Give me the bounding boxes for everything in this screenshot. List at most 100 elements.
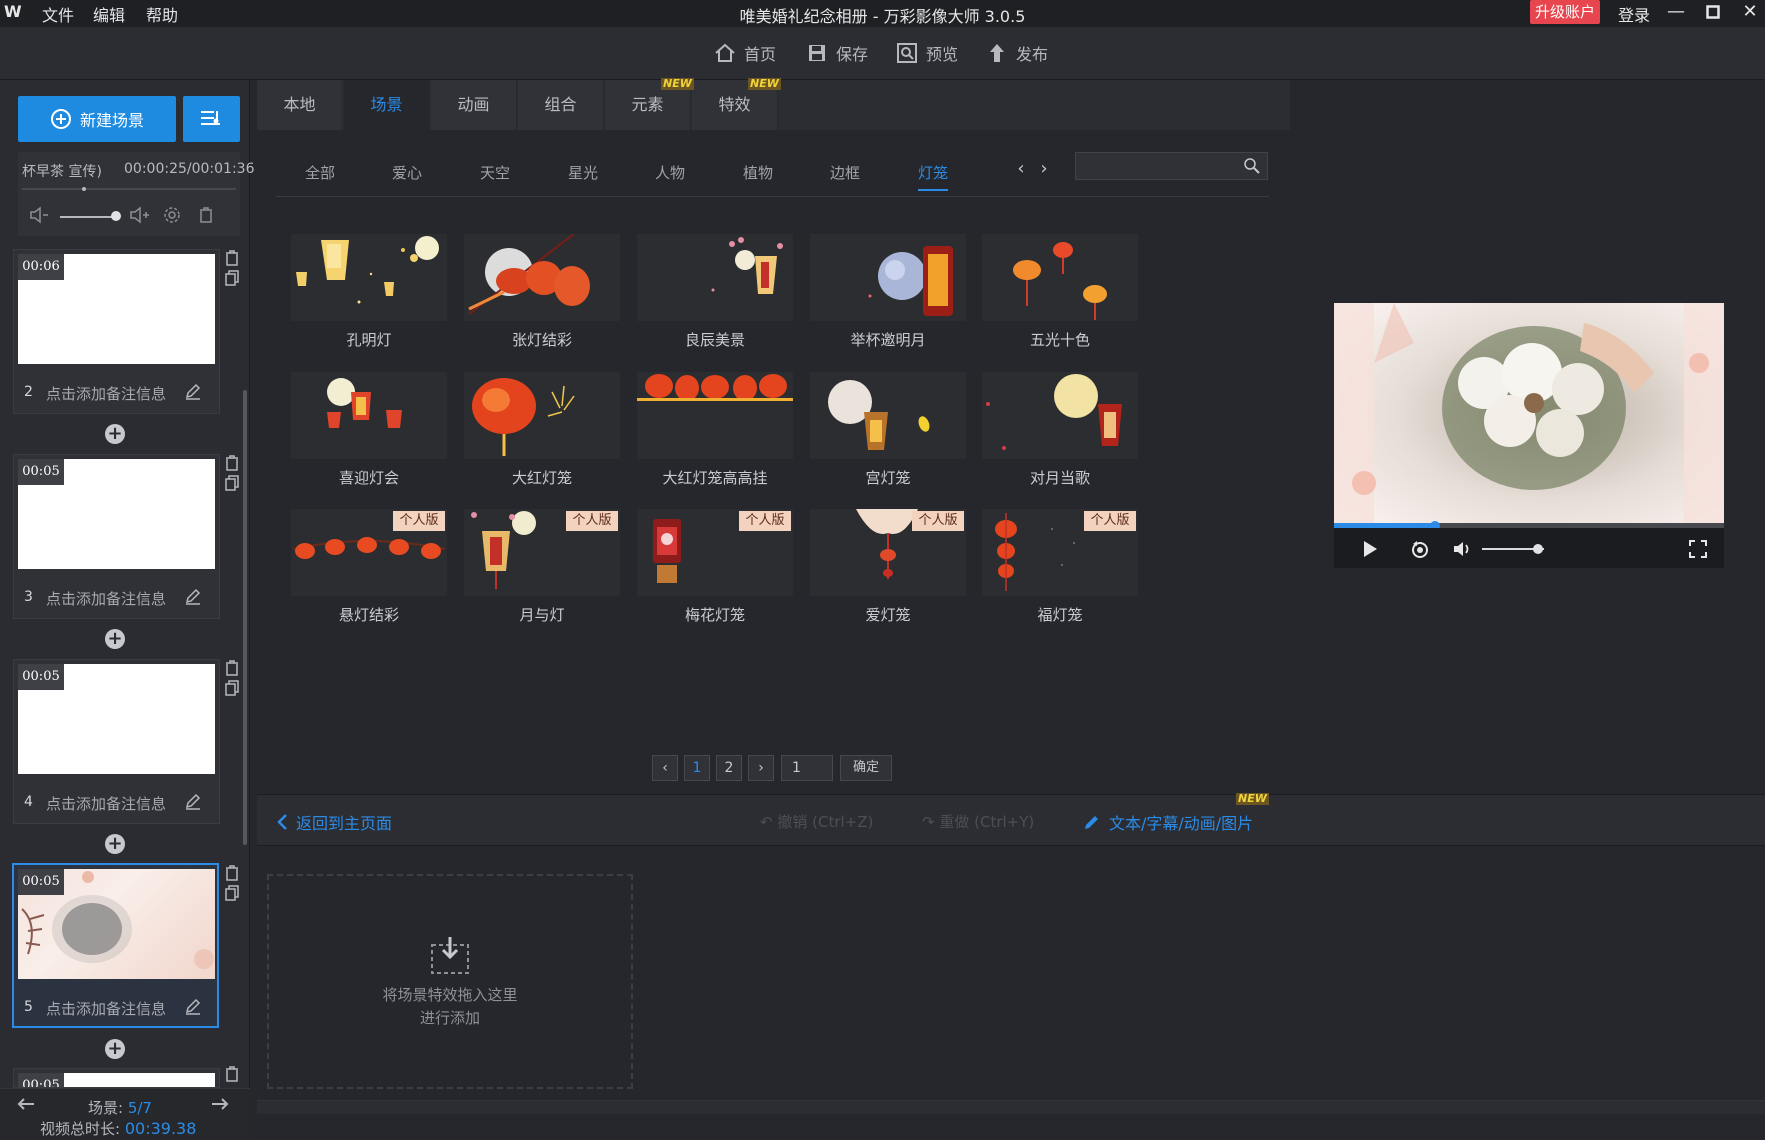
music-settings-gear-icon[interactable] (159, 206, 185, 228)
delete-scene-trash-icon[interactable] (225, 660, 239, 676)
page-prev-chevron-icon[interactable]: ‹ (652, 755, 678, 781)
next-scene-arrow-icon[interactable] (210, 1096, 230, 1112)
scene-note[interactable]: 点击添加备注信息 (46, 793, 166, 814)
template-thumbnail[interactable] (291, 372, 447, 459)
volume-down-icon[interactable] (26, 206, 52, 228)
text-subtitle-animation-image-link[interactable]: 文本/字幕/动画/图片 (1083, 810, 1253, 834)
template-thumbnail[interactable]: 个人版 (291, 509, 447, 596)
menu-help[interactable]: 帮助 (146, 2, 178, 26)
scene-list-view-button[interactable] (183, 96, 240, 142)
template-thumbnail[interactable] (982, 234, 1138, 321)
page-confirm-button[interactable]: 确定 (840, 755, 892, 781)
template-item[interactable]: 宫灯笼 (810, 372, 966, 487)
template-thumbnail[interactable] (810, 234, 966, 321)
template-thumbnail[interactable]: 个人版 (464, 509, 620, 596)
page-number-input[interactable]: 1 (781, 755, 833, 781)
delete-scene-trash-icon[interactable] (225, 1066, 239, 1082)
copy-scene-icon[interactable] (225, 475, 239, 491)
delete-scene-trash-icon[interactable] (225, 455, 239, 471)
template-item[interactable]: 个人版 福灯笼 (982, 509, 1138, 624)
scene-list-scrollbar[interactable] (243, 390, 247, 845)
home-button[interactable]: 首页 (714, 40, 776, 66)
category-prev-chevron-icon[interactable]: ‹ (1012, 158, 1030, 180)
template-item[interactable]: 大红灯笼高高挂 (637, 372, 793, 487)
template-item[interactable]: 举杯邀明月 (810, 234, 966, 349)
template-thumbnail[interactable] (637, 372, 793, 459)
category-plants[interactable]: 植物 (743, 162, 773, 183)
login-button[interactable]: 登录 (1618, 2, 1650, 26)
template-item[interactable]: 五光十色 (982, 234, 1138, 349)
category-lantern[interactable]: 灯笼 (918, 162, 949, 191)
volume-icon[interactable] (1451, 538, 1473, 560)
template-item[interactable]: 张灯结彩 (464, 234, 620, 349)
video-volume-knob[interactable] (1532, 544, 1543, 554)
menu-edit[interactable]: 编辑 (93, 2, 125, 26)
template-thumbnail[interactable]: 个人版 (982, 509, 1138, 596)
tab-local[interactable]: 本地 (257, 80, 343, 130)
scene-card[interactable]: 00:06 2 点击添加备注信息 (13, 249, 220, 414)
scene-card[interactable]: 00:05 3 点击添加备注信息 (13, 454, 220, 619)
menu-file[interactable]: 文件 (42, 2, 74, 26)
template-thumbnail[interactable] (810, 372, 966, 459)
template-thumbnail[interactable] (464, 372, 620, 459)
page-next-chevron-icon[interactable]: › (748, 755, 774, 781)
copy-scene-icon[interactable] (225, 270, 239, 286)
music-volume-knob[interactable] (111, 211, 121, 221)
category-starlight[interactable]: 星光 (568, 162, 598, 183)
scene-note[interactable]: 点击添加备注信息 (46, 998, 166, 1019)
page-2-button[interactable]: 2 (716, 755, 742, 781)
template-item[interactable]: 大红灯笼 (464, 372, 620, 487)
scene-note[interactable]: 点击添加备注信息 (46, 383, 166, 404)
close-icon[interactable]: ✕ (1737, 0, 1763, 26)
template-thumbnail[interactable] (982, 372, 1138, 459)
scene-note[interactable]: 点击添加备注信息 (46, 588, 166, 609)
effect-drop-zone[interactable] (267, 874, 633, 1089)
undo-button[interactable]: ↶ 撤销 (Ctrl+Z) (760, 811, 873, 832)
category-all[interactable]: 全部 (305, 162, 335, 183)
template-item[interactable]: 个人版 月与灯 (464, 509, 620, 624)
template-item[interactable]: 个人版 悬灯结彩 (291, 509, 447, 624)
category-people[interactable]: 人物 (655, 162, 685, 183)
music-volume-slider[interactable] (60, 216, 115, 218)
video-preview-frame[interactable] (1334, 303, 1724, 525)
category-love[interactable]: 爱心 (392, 162, 422, 183)
scene-card[interactable]: 00:05 (13, 1068, 220, 1088)
scene-card[interactable]: 00:05 4 点击添加备注信息 (13, 659, 220, 824)
add-scene-button[interactable]: + (105, 629, 125, 649)
copy-scene-icon[interactable] (225, 885, 239, 901)
add-scene-button[interactable]: + (105, 424, 125, 444)
category-border[interactable]: 边框 (830, 162, 860, 183)
template-item[interactable]: 对月当歌 (982, 372, 1138, 487)
preview-button[interactable]: 预览 (896, 40, 958, 66)
new-scene-button[interactable]: 新建场景 (18, 96, 176, 142)
save-button[interactable]: 保存 (806, 40, 868, 66)
maximize-icon[interactable] (1700, 0, 1726, 26)
template-thumbnail[interactable] (637, 234, 793, 321)
search-input[interactable] (1075, 152, 1268, 180)
delete-scene-trash-icon[interactable] (225, 865, 239, 881)
category-next-chevron-icon[interactable]: › (1035, 158, 1053, 180)
tab-animation[interactable]: 动画 (431, 80, 517, 130)
publish-button[interactable]: 发布 (986, 40, 1048, 66)
minimize-icon[interactable]: — (1663, 0, 1689, 26)
template-thumbnail[interactable]: 个人版 (810, 509, 966, 596)
delete-scene-trash-icon[interactable] (225, 250, 239, 266)
scene-card-active[interactable]: 00:05 5 点击添加备注信息 (12, 863, 219, 1028)
edit-note-icon[interactable] (184, 792, 202, 810)
fullscreen-icon[interactable] (1687, 538, 1709, 560)
template-thumbnail[interactable] (291, 234, 447, 321)
prev-scene-arrow-icon[interactable] (16, 1096, 36, 1112)
replay-icon[interactable] (1409, 538, 1431, 560)
search-icon[interactable] (1243, 157, 1261, 175)
template-thumbnail[interactable] (464, 234, 620, 321)
play-icon[interactable] (1359, 538, 1381, 560)
edit-note-icon[interactable] (184, 587, 202, 605)
volume-up-icon[interactable] (126, 206, 152, 228)
upgrade-account-button[interactable]: 升级账户 (1530, 0, 1600, 24)
tab-combination[interactable]: 组合 (518, 80, 604, 130)
template-item[interactable]: 良辰美景 (637, 234, 793, 349)
edit-note-icon[interactable] (184, 997, 202, 1015)
copy-scene-icon[interactable] (225, 680, 239, 696)
add-scene-button[interactable]: + (105, 834, 125, 854)
timeline-horizontal-scrollbar[interactable] (257, 1100, 1765, 1114)
